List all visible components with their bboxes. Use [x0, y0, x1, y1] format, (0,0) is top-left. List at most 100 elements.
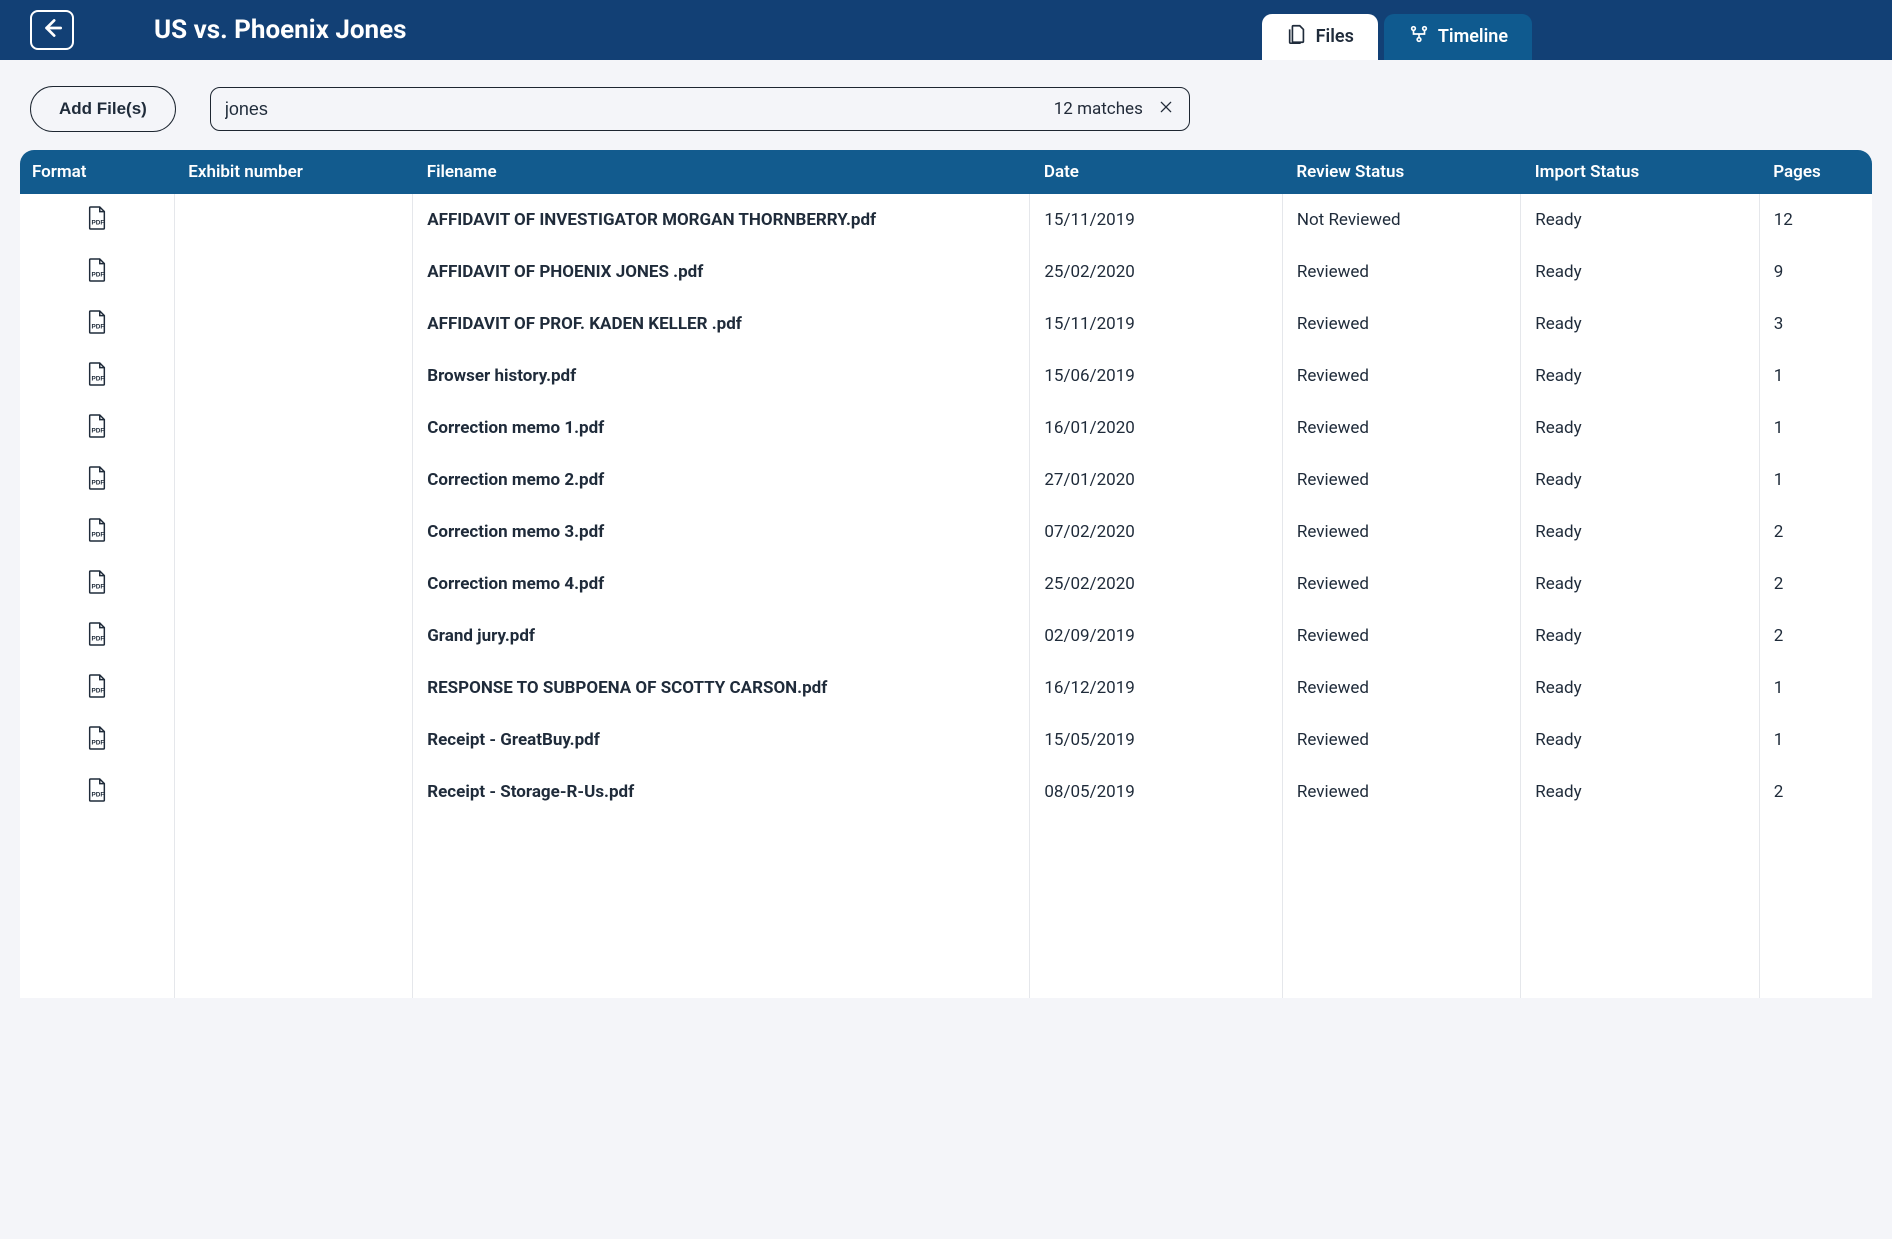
cell-filename: AFFIDAVIT OF PROF. KADEN KELLER .pdf [413, 298, 1030, 350]
toolbar: Add File(s) 12 matches [0, 60, 1892, 150]
table-row[interactable]: PDFCorrection memo 3.pdf07/02/2020Review… [20, 506, 1872, 558]
table-row[interactable]: PDFCorrection memo 1.pdf16/01/2020Review… [20, 402, 1872, 454]
search-field-wrap: 12 matches [210, 87, 1190, 131]
cell-filename: Browser history.pdf [413, 350, 1030, 402]
cell-exhibit [174, 506, 412, 558]
tab-timeline-label: Timeline [1438, 26, 1508, 47]
svg-text:PDF: PDF [91, 479, 104, 486]
cell-date: 02/09/2019 [1030, 610, 1282, 662]
add-files-button[interactable]: Add File(s) [30, 86, 176, 132]
pdf-icon: PDF [85, 308, 109, 336]
cell-filename: Grand jury.pdf [413, 610, 1030, 662]
table-body: PDF AFFIDAVIT OF INVESTIGATOR MORGAN THOR… [20, 194, 1872, 998]
svg-text:PDF: PDF [91, 323, 104, 330]
cell-pages: 1 [1759, 454, 1871, 506]
cell-exhibit [174, 402, 412, 454]
cell-review: Reviewed [1282, 766, 1520, 818]
cell-date: 25/02/2020 [1030, 246, 1282, 298]
pdf-icon: PDF [85, 256, 109, 284]
cell-filename: RESPONSE TO SUBPOENA OF SCOTTY CARSON.pd… [413, 662, 1030, 714]
cell-date: 16/12/2019 [1030, 662, 1282, 714]
cell-import: Ready [1521, 506, 1759, 558]
cell-pages: 2 [1759, 610, 1871, 662]
case-title: US vs. Phoenix Jones [154, 15, 406, 45]
cell-format: PDF [20, 298, 174, 350]
cell-filename: AFFIDAVIT OF INVESTIGATOR MORGAN THORNBE… [413, 194, 1030, 246]
cell-import: Ready [1521, 246, 1759, 298]
cell-review: Reviewed [1282, 714, 1520, 766]
table-row[interactable]: PDF Grand jury.pdf02/09/2019ReviewedReady… [20, 610, 1872, 662]
svg-text:PDF: PDF [91, 271, 104, 278]
pdf-icon: PDF [85, 516, 109, 544]
cell-exhibit [174, 350, 412, 402]
col-header-exhibit[interactable]: Exhibit number [174, 150, 412, 194]
cell-exhibit [174, 194, 412, 246]
col-header-import[interactable]: Import Status [1521, 150, 1759, 194]
svg-text:PDF: PDF [91, 739, 104, 746]
cell-exhibit [174, 714, 412, 766]
cell-review: Reviewed [1282, 610, 1520, 662]
cell-exhibit [174, 558, 412, 610]
view-tabs: Files Timeline [1262, 14, 1532, 60]
header-bar: US vs. Phoenix Jones Files Timeline [0, 0, 1892, 60]
cell-import: Ready [1521, 194, 1759, 246]
table-row[interactable]: PDFBrowser history.pdf15/06/2019Reviewed… [20, 350, 1872, 402]
cell-exhibit [174, 298, 412, 350]
cell-date: 07/02/2020 [1030, 506, 1282, 558]
cell-review: Reviewed [1282, 402, 1520, 454]
tab-files-label: Files [1316, 26, 1354, 47]
cell-review: Reviewed [1282, 350, 1520, 402]
tab-timeline[interactable]: Timeline [1384, 14, 1532, 60]
cell-format: PDF [20, 610, 174, 662]
table-filler-row [20, 818, 1872, 998]
table-row[interactable]: PDFCorrection memo 4.pdf25/02/2020Review… [20, 558, 1872, 610]
cell-format: PDF [20, 246, 174, 298]
svg-text:PDF: PDF [91, 791, 104, 798]
table-row[interactable]: PDF Correction memo 2.pdf27/01/2020Review… [20, 454, 1872, 506]
cell-pages: 3 [1759, 298, 1871, 350]
cell-pages: 1 [1759, 402, 1871, 454]
tab-files[interactable]: Files [1262, 14, 1378, 60]
svg-text:PDF: PDF [91, 687, 104, 694]
cell-import: Ready [1521, 610, 1759, 662]
cell-date: 27/01/2020 [1030, 454, 1282, 506]
pdf-icon: PDF [85, 204, 109, 232]
cell-date: 15/06/2019 [1030, 350, 1282, 402]
cell-filename: Correction memo 2.pdf [413, 454, 1030, 506]
svg-text:PDF: PDF [91, 427, 104, 434]
col-header-date[interactable]: Date [1030, 150, 1282, 194]
cell-import: Ready [1521, 402, 1759, 454]
cell-review: Reviewed [1282, 298, 1520, 350]
files-table: Format Exhibit number Filename Date Revi… [20, 150, 1872, 998]
back-button[interactable] [30, 10, 74, 50]
cell-format: PDF [20, 194, 174, 246]
cell-import: Ready [1521, 766, 1759, 818]
svg-text:PDF: PDF [91, 219, 104, 226]
cell-filename: Receipt - Storage-R-Us.pdf [413, 766, 1030, 818]
table-row[interactable]: PDF AFFIDAVIT OF INVESTIGATOR MORGAN THOR… [20, 194, 1872, 246]
cell-import: Ready [1521, 662, 1759, 714]
cell-pages: 1 [1759, 714, 1871, 766]
search-input[interactable] [225, 99, 1054, 120]
table-row[interactable]: PDFReceipt - GreatBuy.pdf15/05/2019Revie… [20, 714, 1872, 766]
cell-review: Reviewed [1282, 454, 1520, 506]
cell-exhibit [174, 610, 412, 662]
pdf-icon: PDF [85, 620, 109, 648]
arrow-left-icon [39, 15, 65, 45]
table-row[interactable]: PDF RESPONSE TO SUBPOENA OF SCOTTY CARSON… [20, 662, 1872, 714]
pdf-icon: PDF [85, 464, 109, 492]
pdf-icon: PDF [85, 412, 109, 440]
cell-format: PDF [20, 506, 174, 558]
table-row[interactable]: PDFReceipt - Storage-R-Us.pdf08/05/2019R… [20, 766, 1872, 818]
cell-review: Reviewed [1282, 506, 1520, 558]
cell-import: Ready [1521, 298, 1759, 350]
table-row[interactable]: PDFAFFIDAVIT OF PROF. KADEN KELLER .pdf1… [20, 298, 1872, 350]
cell-import: Ready [1521, 714, 1759, 766]
col-header-pages[interactable]: Pages [1759, 150, 1871, 194]
col-header-filename[interactable]: Filename [413, 150, 1030, 194]
col-header-review[interactable]: Review Status [1282, 150, 1520, 194]
col-header-format[interactable]: Format [20, 150, 174, 194]
cell-date: 16/01/2020 [1030, 402, 1282, 454]
table-row[interactable]: PDFAFFIDAVIT OF PHOENIX JONES .pdf25/02/… [20, 246, 1872, 298]
search-clear-button[interactable] [1157, 100, 1175, 118]
